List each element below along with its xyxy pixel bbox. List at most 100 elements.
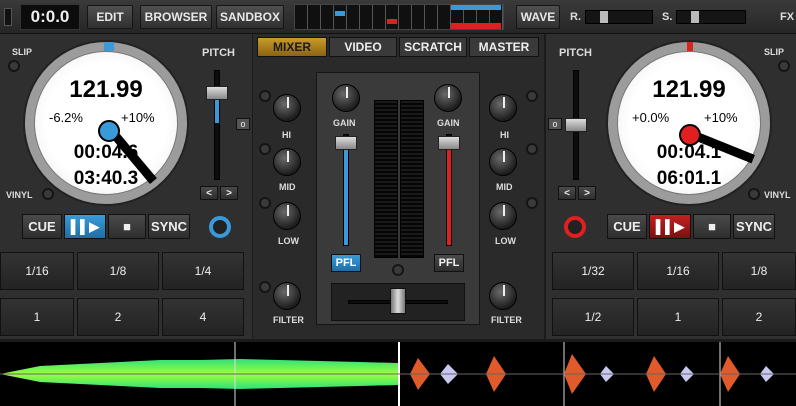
tab-master[interactable]: MASTER (469, 37, 539, 57)
gain-knob-left[interactable] (332, 84, 360, 112)
play-pause-button[interactable]: ▌▌▶ (64, 214, 106, 239)
vu-meter-left (374, 100, 398, 258)
crossfader-handle[interactable] (390, 288, 406, 314)
jog-face-right: 121.99 +0.0% +10% 00:04.1 06:01.1 (617, 51, 761, 195)
mid-kill-left[interactable] (259, 143, 271, 155)
jog-top-marker-right (687, 42, 693, 51)
sandbox-button[interactable]: SANDBOX (216, 5, 284, 29)
loop-pad-right-1[interactable]: 1/32 (552, 252, 634, 290)
stop-button[interactable]: ■ (108, 214, 146, 239)
pitch-reset-button[interactable]: o (236, 118, 250, 130)
loop-pad-right-5[interactable]: 1 (637, 298, 719, 336)
slip-toggle-right[interactable] (778, 60, 790, 72)
loop-pad-3[interactable]: 1/4 (162, 252, 244, 290)
browser-button[interactable]: BROWSER (140, 5, 212, 29)
pitch-value-right: +0.0% (632, 110, 670, 125)
hi-kill-right[interactable] (526, 90, 538, 102)
nudge-right-button-right[interactable]: > (578, 186, 596, 200)
filter-label-right: FILTER (491, 315, 522, 325)
mid-knob-left[interactable] (273, 148, 301, 176)
loop-pad-2[interactable]: 1/8 (77, 252, 159, 290)
cue-button-right[interactable]: CUE (607, 214, 647, 239)
volume-track-left[interactable] (343, 134, 349, 246)
hi-knob-right[interactable] (489, 94, 517, 122)
mid-label-right: MID (496, 182, 513, 192)
overview-blue-block (451, 5, 501, 10)
slip-toggle[interactable] (8, 60, 20, 72)
pitch-reset-button-right[interactable]: o (548, 118, 562, 130)
pitch-value: -6.2% (49, 110, 83, 125)
mid-knob-right[interactable] (489, 148, 517, 176)
filter-kill-left[interactable] (259, 281, 271, 293)
volume-fill-left (344, 143, 348, 245)
track-overview[interactable] (294, 4, 504, 30)
loop-pad-4[interactable]: 1 (0, 298, 74, 336)
jog-wheel[interactable]: 121.99 -6.2% +10% 00:04.6 03:40.3 (23, 40, 189, 206)
nudge-right-button[interactable]: > (220, 186, 238, 200)
hi-kill-left[interactable] (259, 90, 271, 102)
tab-video[interactable]: VIDEO (329, 37, 397, 57)
vinyl-toggle[interactable] (42, 188, 54, 200)
pfl-button-right[interactable]: PFL (434, 254, 464, 272)
hi-label-left: HI (282, 130, 291, 140)
loop-pad-6[interactable]: 4 (162, 298, 244, 336)
jog-wheel-right[interactable]: 121.99 +0.0% +10% 00:04.1 06:01.1 (606, 40, 772, 206)
hi-knob-left[interactable] (273, 94, 301, 122)
r-slider[interactable] (585, 10, 653, 24)
key-lock-icon-right[interactable] (564, 216, 586, 238)
s-slider[interactable] (676, 10, 746, 24)
pfl-button-left[interactable]: PFL (331, 254, 361, 272)
elapsed-time: 00:04.6 (73, 142, 139, 163)
r-label: R. (570, 11, 581, 23)
waveform-graphic (0, 342, 796, 406)
vinyl-label-right: VINYL (764, 190, 791, 200)
play-pause-button-right[interactable]: ▌▌▶ (649, 214, 691, 239)
fx-label[interactable]: FX (780, 11, 794, 23)
sync-button[interactable]: SYNC (148, 214, 190, 239)
master-link-toggle[interactable] (392, 264, 404, 276)
volume-track-right[interactable] (446, 134, 452, 246)
sync-button-right[interactable]: SYNC (733, 214, 775, 239)
jog-center-dot (98, 120, 120, 142)
mixer-panel: MIXER VIDEO SCRATCH MASTER HI MID LOW FI… (253, 34, 544, 339)
filter-knob-left[interactable] (273, 282, 301, 310)
loop-pad-right-3[interactable]: 1/8 (722, 252, 796, 290)
r-slider-knob[interactable] (600, 11, 608, 23)
low-knob-left[interactable] (273, 202, 301, 230)
cue-button[interactable]: CUE (22, 214, 62, 239)
loop-pad-right-6[interactable]: 2 (722, 298, 796, 336)
filter-knob-right[interactable] (489, 282, 517, 310)
volume-fader-left[interactable] (335, 136, 357, 150)
gain-knob-right[interactable] (434, 84, 462, 112)
stop-button-right[interactable]: ■ (693, 214, 731, 239)
vinyl-toggle-right[interactable] (748, 188, 760, 200)
mid-label-left: MID (279, 182, 296, 192)
mid-kill-right[interactable] (526, 143, 538, 155)
loop-pad-right-4[interactable]: 1/2 (552, 298, 634, 336)
vu-meter-right (400, 100, 424, 258)
pitch-fader[interactable] (206, 86, 228, 100)
volume-fader-right[interactable] (438, 136, 460, 150)
overview-red-marker (387, 19, 397, 24)
vinyl-label: VINYL (6, 190, 33, 200)
tab-mixer[interactable]: MIXER (257, 37, 327, 57)
low-kill-right[interactable] (526, 197, 538, 209)
key-lock-icon[interactable] (209, 216, 231, 238)
loop-pad-5[interactable]: 2 (77, 298, 159, 336)
jog-face: 121.99 -6.2% +10% 00:04.6 03:40.3 (34, 51, 178, 195)
loop-pad-1[interactable]: 1/16 (0, 252, 74, 290)
wave-button[interactable]: WAVE (516, 5, 560, 29)
waveform-strip[interactable] (0, 342, 796, 406)
low-knob-right[interactable] (489, 202, 517, 230)
edit-button[interactable]: EDIT (87, 5, 133, 29)
nudge-left-button[interactable]: < (200, 186, 218, 200)
remaining-time-right: 06:01.1 (656, 168, 722, 189)
pitch-fader-right[interactable] (565, 118, 587, 132)
nudge-left-button-right[interactable]: < (558, 186, 576, 200)
low-kill-left[interactable] (259, 197, 271, 209)
filter-label-left: FILTER (273, 315, 304, 325)
tab-scratch[interactable]: SCRATCH (399, 37, 467, 57)
loop-pad-right-2[interactable]: 1/16 (637, 252, 719, 290)
low-label-right: LOW (495, 236, 516, 246)
s-slider-knob[interactable] (691, 11, 699, 23)
